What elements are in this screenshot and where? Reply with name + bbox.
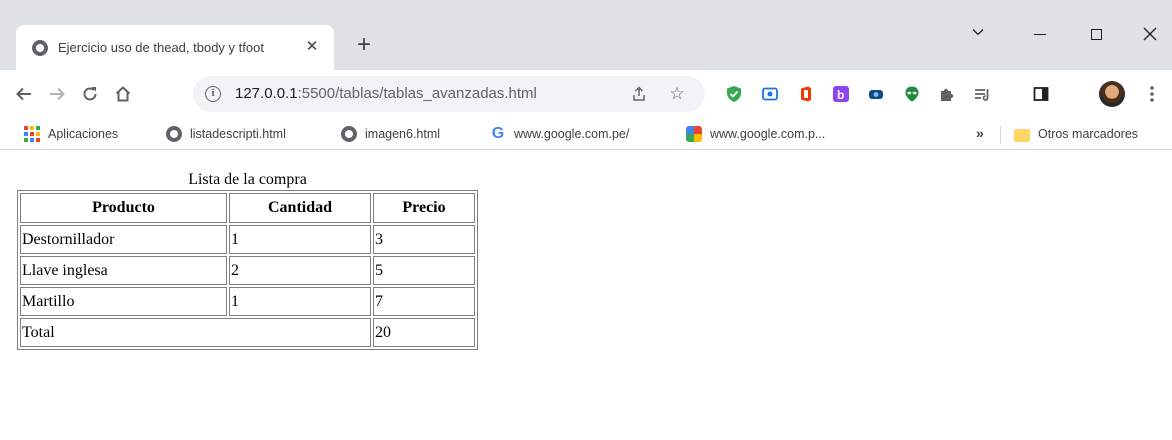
browser-tab[interactable]: Ejercicio uso de thead, tbody y tfoot ✕ [16,25,334,70]
address-bar[interactable]: i 127.0.0.1:5500/tablas/tablas_avanzadas… [193,76,705,112]
camera-extension-icon[interactable] [864,82,888,106]
cell-precio: 3 [373,225,475,254]
arrow-right-icon [50,87,65,101]
table-row: Llave inglesa 2 5 [20,256,475,285]
bookmark-listadescripti[interactable]: listadescripti.html [166,125,286,143]
browser-toolbar: i 127.0.0.1:5500/tablas/tablas_avanzadas… [0,70,1172,118]
table-footer-row: Total 20 [20,318,475,347]
tab-title: Ejercicio uso de thead, tbody y tfoot [58,40,264,55]
close-window-button[interactable] [1138,22,1162,46]
footer-total-value: 20 [373,318,475,347]
apps-grid-icon [24,126,40,142]
office-extension-icon[interactable] [794,82,818,106]
cell-producto: Destornillador [20,225,227,254]
cell-cantidad: 1 [229,225,371,254]
bookmark-google-p[interactable]: www.google.com.p... [686,125,825,143]
bookmark-star-icon[interactable]: ☆ [666,83,688,105]
home-icon [115,86,131,102]
cell-precio: 5 [373,256,475,285]
footer-total-label: Total [20,318,371,347]
colorful-app-icon [686,126,702,142]
header-producto: Producto [20,193,227,223]
bookmark-label: Aplicaciones [48,127,119,141]
arrow-left-icon [16,87,31,101]
page-content: Lista de la compra Producto Cantidad Pre… [0,151,1172,440]
other-bookmarks-label: Otros marcadores [1038,127,1139,141]
b-extension-icon[interactable]: b [829,82,853,106]
reload-button[interactable] [76,80,104,108]
shopping-list-table: Lista de la compra Producto Cantidad Pre… [17,171,478,350]
bookmark-label: www.google.com.pe/ [514,127,630,141]
table-row: Destornillador 1 3 [20,225,475,254]
maximize-icon [1090,28,1102,40]
tab-search-button[interactable] [966,20,990,44]
maximize-button[interactable] [1084,22,1108,46]
cell-producto: Martillo [20,287,227,316]
bookmark-label: listadescripti.html [190,127,286,141]
profile-avatar[interactable] [1099,81,1125,107]
svg-text:b: b [837,88,844,102]
bookmark-imagen6[interactable]: imagen6.html [341,125,440,143]
table-header-row: Producto Cantidad Precio [20,193,475,223]
table-caption: Lista de la compra [188,171,307,188]
url-path: :5500/tablas/tablas_avanzadas.html [297,85,537,102]
cell-cantidad: 2 [229,256,371,285]
table-row: Martillo 1 7 [20,287,475,316]
bookmarks-divider [1000,126,1001,144]
cell-precio: 7 [373,287,475,316]
home-button[interactable] [109,80,137,108]
globe-icon [32,39,48,56]
minimize-icon [1034,33,1046,35]
header-cantidad: Cantidad [229,193,371,223]
close-icon [1143,27,1157,41]
reading-list-icon[interactable] [970,82,994,106]
url-text: 127.0.0.1:5500/tablas/tablas_avanzadas.h… [235,85,537,102]
url-host: 127.0.0.1 [235,85,298,102]
globe-icon [166,126,182,142]
reload-icon [83,87,97,101]
kebab-menu-icon [1150,86,1154,102]
forward-button[interactable] [43,80,71,108]
tab-strip: Ejercicio uso de thead, tbody y tfoot ✕ … [0,0,1172,70]
globe-icon [341,126,357,142]
header-precio: Precio [373,193,475,223]
bookmarks-bar: Aplicaciones listadescripti.html imagen6… [0,118,1172,150]
bookmark-apps[interactable]: Aplicaciones [24,125,118,143]
bookmark-label: imagen6.html [365,127,441,141]
chevron-down-icon [972,29,984,36]
puzzle-extensions-icon[interactable] [935,82,959,106]
side-panel-icon[interactable] [1029,82,1053,106]
minimize-button[interactable] [1028,22,1052,46]
back-button[interactable] [10,80,38,108]
close-tab-button[interactable]: ✕ [302,37,322,57]
google-icon: G [491,125,505,142]
bookmark-google-pe[interactable]: G www.google.com.pe/ [490,125,630,143]
folder-icon [1014,128,1030,142]
other-bookmarks-folder[interactable]: Otros marcadores [1014,125,1138,143]
cell-producto: Llave inglesa [20,256,227,285]
more-bookmarks-chevron-icon[interactable]: » [976,125,984,141]
alien-extension-icon[interactable] [900,82,924,106]
bookmark-label: www.google.com.p... [710,127,826,141]
share-icon[interactable] [628,83,650,105]
new-tab-button[interactable]: + [350,32,378,60]
screen-record-extension-icon[interactable] [758,82,782,106]
shield-extension-icon[interactable] [722,82,746,106]
cell-cantidad: 1 [229,287,371,316]
browser-menu-button[interactable] [1138,80,1166,108]
info-icon[interactable]: i [205,86,221,102]
